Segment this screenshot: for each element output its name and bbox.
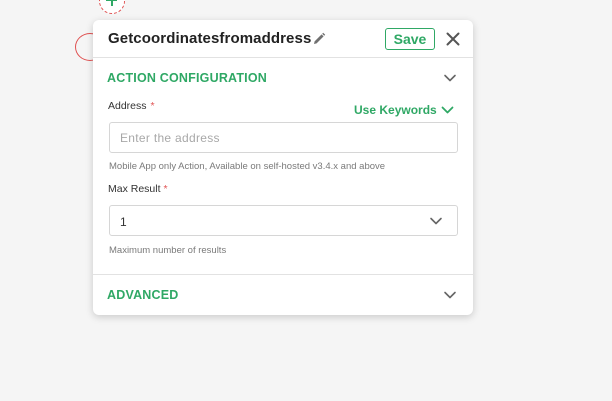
chevron-down-icon xyxy=(444,291,456,299)
use-keywords-toggle[interactable]: Use Keywords xyxy=(354,103,454,117)
max-result-hint: Maximum number of results xyxy=(109,245,227,256)
address-input[interactable] xyxy=(109,122,458,153)
section-divider xyxy=(93,274,473,275)
use-keywords-label: Use Keywords xyxy=(354,103,437,117)
add-node-handle[interactable] xyxy=(99,0,125,14)
panel-title: Getcoordinatesfromaddress xyxy=(108,30,312,47)
max-result-required-mark: * xyxy=(163,183,168,195)
address-label-text: Address xyxy=(108,100,147,112)
address-hint: Mobile App only Action, Available on sel… xyxy=(109,161,386,172)
max-result-label-text: Max Result xyxy=(108,183,161,195)
chevron-down-icon xyxy=(444,74,456,82)
save-button[interactable]: Save xyxy=(385,28,435,50)
address-required-mark: * xyxy=(150,100,155,112)
max-result-label: Max Result * xyxy=(108,183,168,195)
chevron-down-icon xyxy=(430,217,442,225)
max-result-value: 1 xyxy=(120,215,127,229)
address-label: Address * xyxy=(108,100,155,112)
max-result-select[interactable]: 1 xyxy=(109,205,458,236)
chevron-down-icon xyxy=(441,106,454,114)
action-config-panel: Getcoordinatesfromaddress Save ACTION CO… xyxy=(93,20,473,315)
close-icon[interactable] xyxy=(445,31,461,47)
section-header-action-configuration[interactable]: ACTION CONFIGURATION xyxy=(93,60,473,96)
section-title-action-configuration: ACTION CONFIGURATION xyxy=(107,71,268,85)
panel-header: Getcoordinatesfromaddress Save xyxy=(93,20,473,58)
plus-icon xyxy=(106,0,117,6)
workflow-canvas: Getcoordinatesfromaddress Save ACTION CO… xyxy=(0,0,612,401)
section-header-advanced[interactable]: ADVANCED xyxy=(93,277,473,313)
pencil-icon[interactable] xyxy=(311,31,327,47)
section-title-advanced: ADVANCED xyxy=(107,288,179,302)
